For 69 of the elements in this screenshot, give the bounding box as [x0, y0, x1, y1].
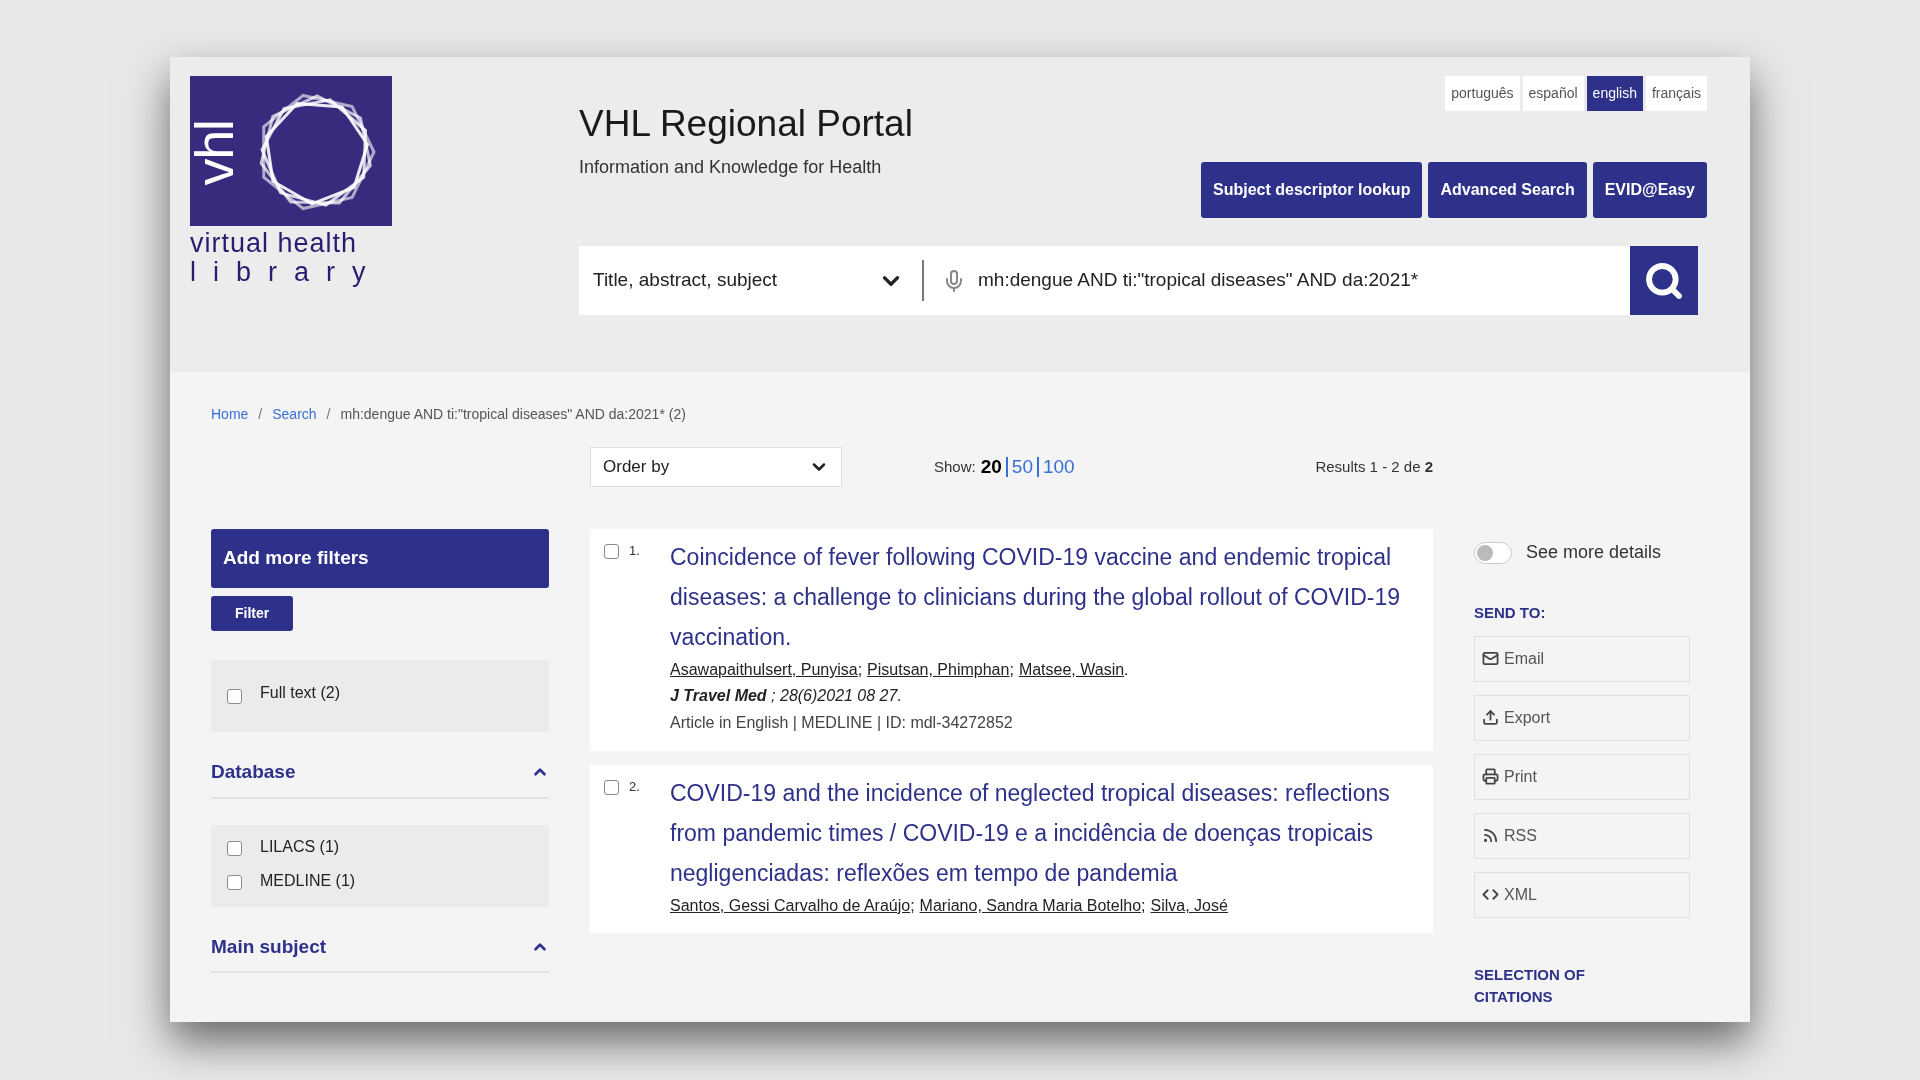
send-to-button[interactable]: Print: [1474, 753, 1690, 800]
header-button[interactable]: Subject descriptor lookup: [1201, 162, 1423, 218]
breadcrumb-current: mh:dengue AND ti:"tropical diseases" AND da:2021* (2): [340, 405, 686, 424]
checkbox[interactable]: [227, 841, 242, 856]
result-number: 2.: [629, 778, 640, 796]
section-heading: SEND TO:: [1474, 603, 1547, 623]
author-link[interactable]: Matsee, Wasin: [1018, 657, 1125, 683]
breadcrumb-separator: /: [258, 405, 263, 424]
logo-text: virtual health: [190, 228, 359, 258]
show-label: Show:: [934, 456, 976, 477]
portal-subtitle: Information and Knowledge for Health: [579, 156, 883, 179]
mail-icon: [1482, 650, 1499, 667]
portal-title: VHL Regional Portal: [579, 102, 913, 146]
result-number: 1.: [629, 542, 640, 560]
filter-label: MEDLINE (1): [260, 870, 356, 891]
author-separator: ;: [910, 896, 915, 916]
filter-group-header[interactable]: Main subject: [211, 932, 549, 973]
breadcrumb-separator: /: [326, 405, 331, 424]
page-size-link[interactable]: 20: [980, 452, 1002, 482]
send-to-button[interactable]: XML: [1474, 871, 1690, 918]
search-icon: [1644, 260, 1684, 301]
result-title-link[interactable]: Coincidence of fever following COVID-19 vaccine and endemic tropical diseases: a challenge to clinicians during the global rollout of COVID-19 vaccination.: [670, 537, 1413, 657]
section-heading: SELECTION OF CITATIONS: [1474, 964, 1586, 1007]
logo-text: library: [190, 258, 384, 286]
page-size-link[interactable]: 50: [1011, 452, 1033, 482]
page-size-link[interactable]: 100: [1043, 452, 1075, 482]
upload-icon: [1482, 709, 1499, 726]
author-separator: .: [1124, 660, 1129, 680]
toggle-switch[interactable]: [1474, 541, 1512, 564]
author-link[interactable]: Asawapaithulsert, Punyisa: [670, 657, 858, 683]
language-link[interactable]: français: [1645, 76, 1707, 111]
author-separator: ;: [1009, 660, 1014, 680]
language-link[interactable]: português: [1445, 76, 1520, 111]
toggle-label: See more details: [1526, 541, 1662, 564]
header-button[interactable]: Advanced Search: [1428, 162, 1587, 218]
result-title-link[interactable]: COVID-19 and the incidence of neglected tropical diseases: reflections from pandemic times / COVID-19 e a incidência de doenças tropicais negligenciadas: reflexões em tempo de pandemia: [670, 773, 1413, 893]
filter-button[interactable]: Filter: [211, 596, 294, 631]
language-link[interactable]: english: [1586, 76, 1643, 111]
author-link[interactable]: Santos, Gessi Carvalho de Araújo: [670, 893, 911, 919]
checkbox[interactable]: [604, 544, 619, 559]
author-link[interactable]: Silva, José: [1150, 893, 1228, 919]
filter-label: Full text (2): [260, 683, 340, 703]
author-link[interactable]: Pisutsan, Phimphan: [867, 657, 1010, 683]
send-to-button[interactable]: Email: [1474, 635, 1690, 682]
order-by-select[interactable]: Order by: [590, 447, 842, 487]
search-button[interactable]: [1630, 246, 1698, 315]
field-select[interactable]: Title, abstract, subject: [579, 260, 924, 301]
send-to-button[interactable]: RSS: [1474, 812, 1690, 859]
journal-citation: J Travel Med ; 28(6)2021 08 27.: [670, 686, 903, 706]
result-meta: Article in English | MEDLINE | ID: mdl-34272852: [670, 713, 1014, 733]
code-icon: [1482, 886, 1499, 903]
checkbox[interactable]: [227, 688, 242, 704]
author-separator: ;: [857, 660, 863, 680]
add-filters-button[interactable]: Add more filters: [211, 529, 549, 588]
search-field[interactable]: Title, abstract, subject mh:dengue AND ti:"tropical diseases" AND da:2021*: [579, 246, 1630, 315]
author-separator: ;: [1141, 896, 1146, 916]
breadcrumb-link[interactable]: Home: [211, 404, 249, 425]
send-to-button[interactable]: Export: [1474, 694, 1690, 741]
checkbox[interactable]: [604, 780, 619, 795]
breadcrumb-link[interactable]: Search: [272, 404, 317, 425]
rss-icon: [1482, 827, 1499, 844]
header-button[interactable]: EVID@Easy: [1592, 162, 1707, 218]
results-count: Results 1 - 2 de 2: [1315, 456, 1433, 477]
language-link[interactable]: español: [1522, 76, 1584, 111]
logo-vertical-text: vhl: [187, 120, 242, 186]
filter-group-header[interactable]: Database: [211, 758, 549, 799]
checkbox[interactable]: [227, 875, 242, 890]
filter-label: LILACS (1): [260, 836, 340, 857]
printer-icon: [1482, 768, 1499, 785]
